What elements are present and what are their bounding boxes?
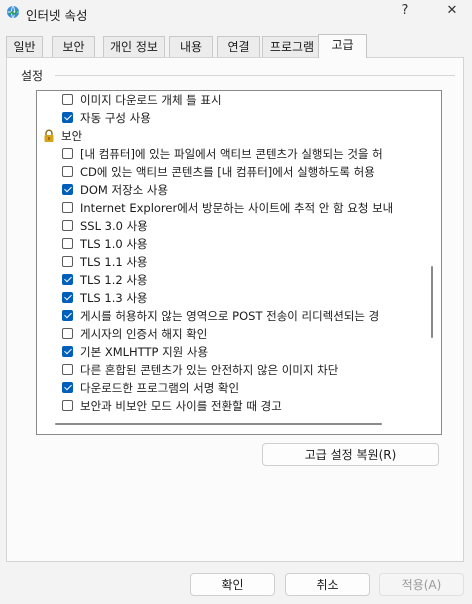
setting-label: [내 컴퓨터]에 있는 파일에서 액티브 콘텐츠가 실행되는 것을 허 <box>80 147 383 161</box>
setting-label: 게시를 허용하지 않는 영역으로 POST 전송이 리디렉션되는 경 <box>80 309 380 323</box>
internet-options-icon <box>7 5 19 19</box>
setting-label: 게시자의 인증서 해지 확인 <box>80 327 208 341</box>
setting-label: TLS 1.3 사용 <box>80 291 148 305</box>
advanced-panel: 설정 이미지 다운로드 개체 틀 표시자동 구성 사용보안 [내 컴퓨터]에 있는… <box>6 57 464 562</box>
checkbox-unchecked[interactable] <box>62 238 73 249</box>
tab-connections[interactable]: 연결 <box>217 36 260 57</box>
tab-security[interactable]: 보안 <box>52 36 95 57</box>
checkbox-unchecked[interactable] <box>62 328 73 339</box>
cancel-button[interactable]: 취소 <box>285 573 370 596</box>
vertical-scrollbar[interactable] <box>431 266 433 338</box>
checkbox-unchecked[interactable] <box>62 94 73 105</box>
checkbox-checked[interactable] <box>62 184 73 195</box>
setting-label: CD에 있는 액티브 콘텐츠를 [내 컴퓨터]에서 실행하도록 허용 <box>80 165 375 179</box>
checkbox-checked[interactable] <box>62 274 73 285</box>
title-bar: 인터넷 속성 ? ✕ <box>0 0 472 26</box>
ok-button[interactable]: 확인 <box>190 573 275 596</box>
setting-label: TLS 1.0 사용 <box>80 237 148 251</box>
close-button[interactable]: ✕ <box>443 3 461 21</box>
setting-label: Internet Explorer에서 방문하는 사이트에 추적 안 함 요청 … <box>80 201 394 215</box>
tab-general[interactable]: 일반 <box>6 36 43 57</box>
group-divider <box>55 75 455 76</box>
setting-label: 다른 혼합된 콘텐츠가 있는 안전하지 않은 이미지 차단 <box>80 363 339 377</box>
checkbox-unchecked[interactable] <box>62 220 73 231</box>
setting-label: 다운로드한 프로그램의 서명 확인 <box>80 381 240 395</box>
checkbox-unchecked[interactable] <box>62 364 73 375</box>
setting-label: SSL 3.0 사용 <box>80 219 148 233</box>
horizontal-scrollbar[interactable] <box>55 423 382 425</box>
checkbox-unchecked[interactable] <box>62 400 73 411</box>
restore-advanced-settings-button[interactable]: 고급 설정 복원(R) <box>262 443 439 466</box>
setting-label: DOM 저장소 사용 <box>80 183 169 197</box>
settings-list[interactable]: 이미지 다운로드 개체 틀 표시자동 구성 사용보안 [내 컴퓨터]에 있는 파일… <box>36 90 442 435</box>
tab-content[interactable]: 내용 <box>169 36 213 57</box>
checkbox-checked[interactable] <box>62 382 73 393</box>
apply-button[interactable]: 적용(A) <box>379 573 464 596</box>
setting-label: TLS 1.1 사용 <box>80 255 148 269</box>
checkbox-checked[interactable] <box>62 112 73 123</box>
checkbox-checked[interactable] <box>62 346 73 357</box>
setting-label: 기본 XMLHTTP 지원 사용 <box>80 345 209 359</box>
checkbox-unchecked[interactable] <box>62 166 73 177</box>
setting-label: 자동 구성 사용 <box>80 111 151 125</box>
checkbox-unchecked[interactable] <box>62 202 73 213</box>
setting-label: TLS 1.2 사용 <box>80 273 148 287</box>
setting-label: 이미지 다운로드 개체 틀 표시 <box>80 93 222 107</box>
settings-group-label: 설정 <box>21 69 44 83</box>
checkbox-checked[interactable] <box>62 292 73 303</box>
help-button[interactable]: ? <box>396 3 414 21</box>
window-title: 인터넷 속성 <box>26 8 88 23</box>
checkbox-checked[interactable] <box>62 310 73 321</box>
tab-advanced[interactable]: 고급 <box>318 34 367 58</box>
setting-label: 보안 <box>61 129 83 143</box>
checkbox-unchecked[interactable] <box>62 148 73 159</box>
tab-privacy[interactable]: 개인 정보 <box>103 36 165 57</box>
setting-label: 보안과 비보안 모드 사이를 전환할 때 경고 <box>80 399 282 413</box>
checkbox-unchecked[interactable] <box>62 256 73 267</box>
lock-icon <box>44 129 54 142</box>
tab-programs[interactable]: 프로그램 <box>262 36 322 57</box>
